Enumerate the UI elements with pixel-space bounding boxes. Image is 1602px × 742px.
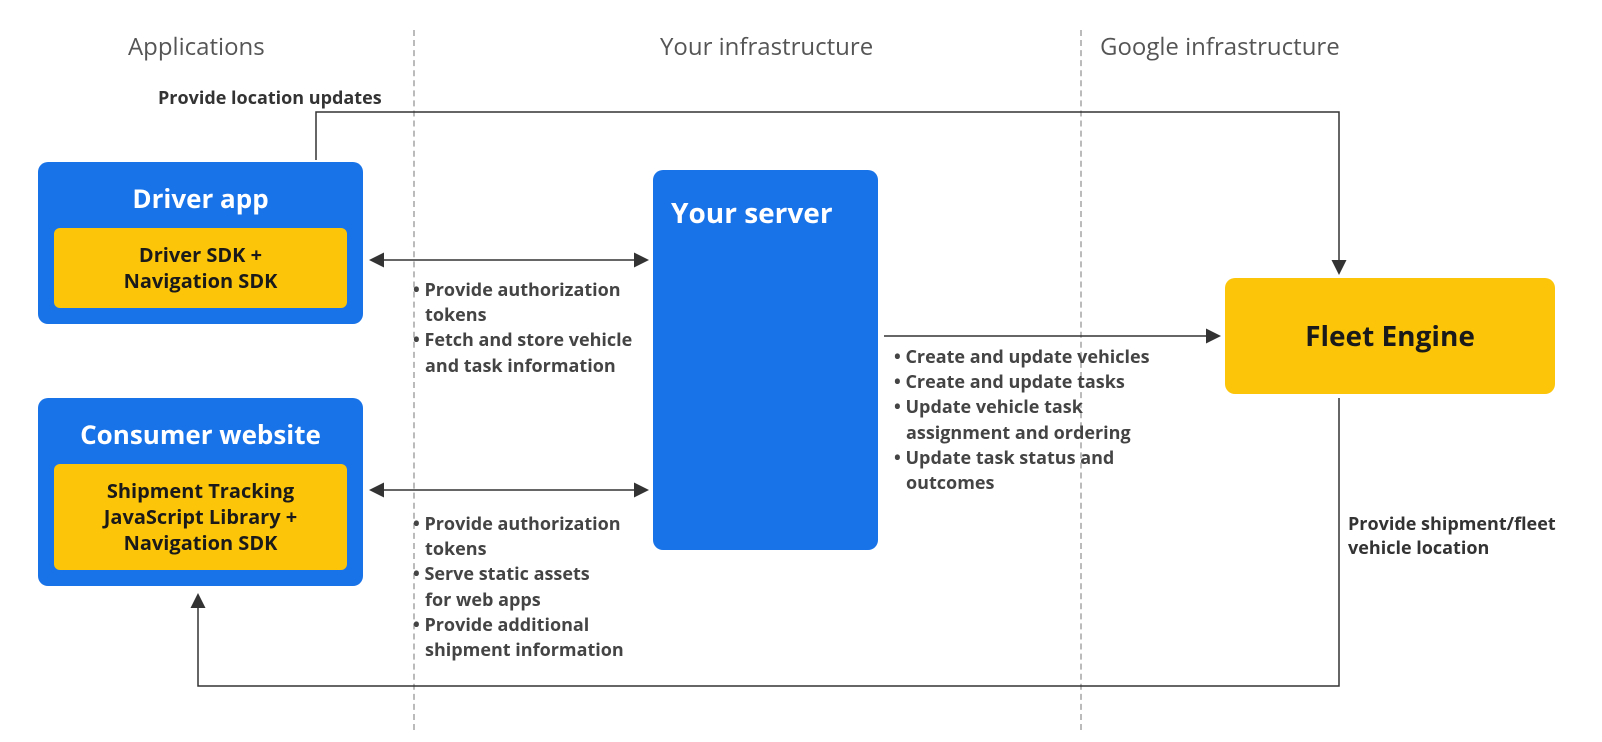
arrows	[0, 0, 1602, 742]
